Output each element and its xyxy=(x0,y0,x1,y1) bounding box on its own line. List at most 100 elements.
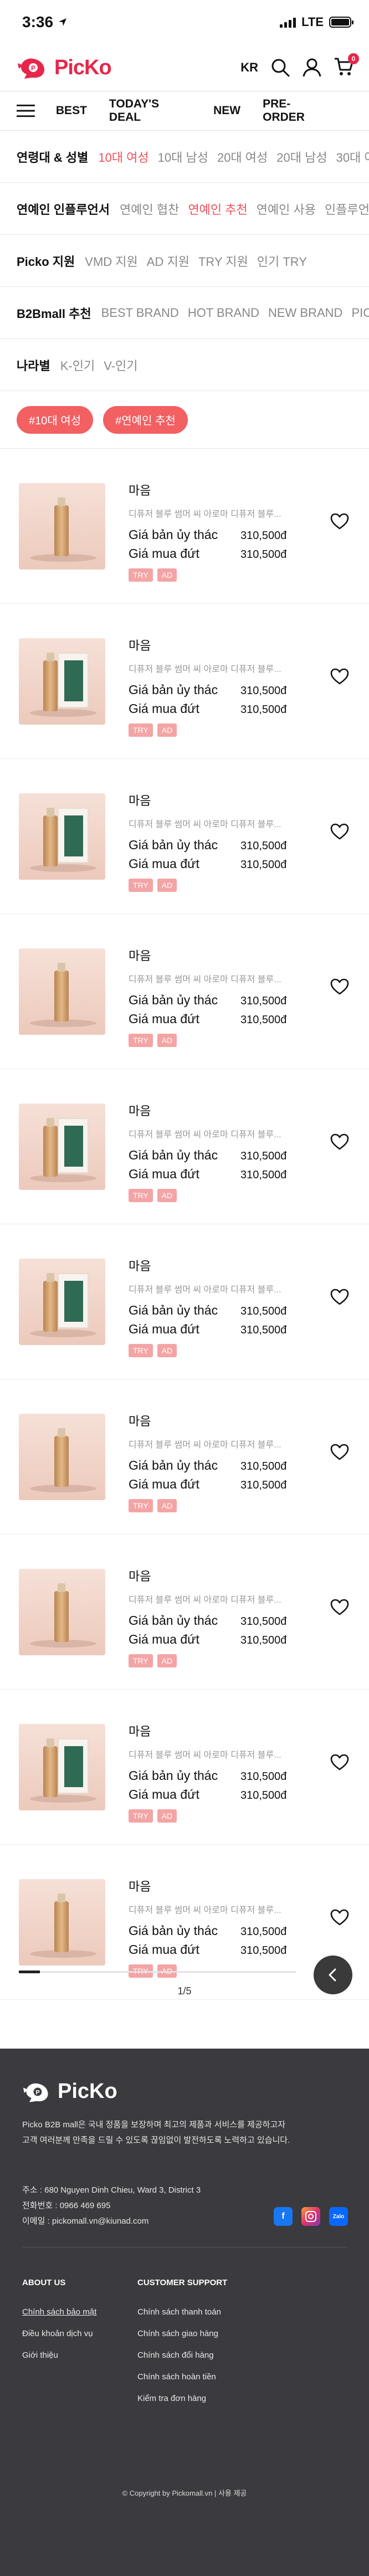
product-image[interactable] xyxy=(19,1259,105,1345)
product-name[interactable]: 마음 xyxy=(129,791,151,809)
footer-desc-line: Picko B2B mall은 국내 정품을 보장하며 최고의 제품과 서비스를… xyxy=(22,2120,286,2129)
footer-link[interactable]: Chính sách đổi hàng xyxy=(137,2351,227,2360)
zalo-icon[interactable]: Zalo xyxy=(329,2207,348,2226)
picko-mascot-icon: P xyxy=(18,58,44,79)
wishlist-heart-icon[interactable] xyxy=(330,978,349,995)
filter-option[interactable]: HOT BRAND xyxy=(188,306,259,320)
consign-price: 310,500đ xyxy=(240,1771,287,1783)
product-image[interactable] xyxy=(19,1104,105,1190)
filter-option[interactable]: PICKO PICK xyxy=(351,306,369,320)
selected-chips: #10대 여성 #연예인 추천 xyxy=(0,391,369,449)
wishlist-heart-icon[interactable] xyxy=(330,668,349,685)
wishlist-heart-icon[interactable] xyxy=(330,1599,349,1615)
product-card[interactable]: 마음 디퓨저 블루 썸머 씨 아로마 디퓨저 블루... Giá bản ủy th… xyxy=(0,1224,369,1379)
product-card[interactable]: 마음 디퓨저 블루 썸머 씨 아로마 디퓨저 블루... Giá bản ủy th… xyxy=(0,1069,369,1224)
footer-email: 이메일 : pickomall.vn@kiunad.com xyxy=(22,2216,149,2226)
cart-button[interactable]: 0 xyxy=(334,53,359,79)
nav-todays-deal[interactable]: TODAY'S DEAL xyxy=(109,98,191,124)
filter-option[interactable]: AD 지원 xyxy=(147,252,189,270)
product-name[interactable]: 마음 xyxy=(129,1877,151,1895)
product-card[interactable]: 마음 디퓨저 블루 썸머 씨 아로마 디퓨저 블루... Giá bản ủy th… xyxy=(0,604,369,759)
product-image[interactable] xyxy=(19,1414,105,1500)
product-image[interactable] xyxy=(19,1569,105,1655)
footer-logo[interactable]: P PicKo xyxy=(22,2080,117,2103)
filter-option[interactable]: 10대 남성 xyxy=(158,148,208,166)
consign-price-label: Giá bản ủy thác xyxy=(129,1923,218,1938)
product-card[interactable]: 마음 디퓨저 블루 썸머 씨 아로마 디퓨저 블루... Giá bản ủy th… xyxy=(0,1535,369,1690)
filter-label: Picko 지원 xyxy=(17,254,75,269)
product-card[interactable]: 마음 디퓨저 블루 썸머 씨 아로마 디퓨저 블루... Giá bản ủy th… xyxy=(0,759,369,914)
chip-filter[interactable]: #연예인 추천 xyxy=(103,406,188,434)
picko-logo[interactable]: P PicKo xyxy=(17,55,112,80)
filter-option[interactable]: 인플루언서 xyxy=(325,200,369,218)
chip-filter[interactable]: #10대 여성 xyxy=(17,406,94,434)
product-name[interactable]: 마음 xyxy=(129,1722,151,1739)
footer-link[interactable]: Chính sách hoàn tiền xyxy=(137,2372,227,2382)
filter-option[interactable]: TRY 지원 xyxy=(198,252,248,270)
product-image[interactable] xyxy=(19,1879,105,1966)
product-card[interactable]: 마음 디퓨저 블루 썸머 씨 아로마 디퓨저 블루... Giá bản ủy th… xyxy=(0,1379,369,1535)
footer-link[interactable]: Chính sách bảo mật xyxy=(22,2307,96,2317)
language-selector[interactable]: KR xyxy=(240,60,258,75)
filter-option[interactable]: 30대 여성 xyxy=(336,148,369,166)
product-card[interactable]: 마음 디퓨저 블루 썸머 씨 아로마 디퓨저 블루... Giá bản ủy th… xyxy=(0,449,369,604)
filter-option[interactable]: NEW BRAND xyxy=(268,306,342,320)
search-icon[interactable] xyxy=(270,58,290,78)
filter-option[interactable]: 20대 여성 xyxy=(217,148,268,166)
instagram-icon[interactable] xyxy=(301,2207,320,2226)
footer-link[interactable]: Chính sách thanh toán xyxy=(137,2307,227,2317)
buyout-price: 310,500đ xyxy=(240,859,287,871)
product-image[interactable] xyxy=(19,483,105,569)
product-tags: TRY AD xyxy=(129,1034,177,1047)
user-icon[interactable] xyxy=(303,58,321,78)
nav-pre-order[interactable]: PRE-ORDER xyxy=(263,98,330,124)
consign-price: 310,500đ xyxy=(240,1926,287,1938)
facebook-icon[interactable]: f xyxy=(274,2207,293,2226)
wishlist-heart-icon[interactable] xyxy=(330,1909,349,1926)
tag-badge: TRY xyxy=(129,1809,153,1823)
product-name[interactable]: 마음 xyxy=(129,481,151,499)
product-image[interactable] xyxy=(19,638,105,725)
pagination-thumb[interactable] xyxy=(19,1971,40,1973)
copyright: © Copyright by Pickomall.vn | 사용 제공 xyxy=(122,2489,247,2497)
nav-best[interactable]: BEST xyxy=(56,104,87,117)
product-card[interactable]: 마음 디퓨저 블루 썸머 씨 아로마 디퓨저 블루... Giá bản ủy th… xyxy=(0,914,369,1069)
filter-option[interactable]: VMD 지원 xyxy=(85,252,137,270)
product-image[interactable] xyxy=(19,793,105,880)
wishlist-heart-icon[interactable] xyxy=(330,513,349,530)
wishlist-heart-icon[interactable] xyxy=(330,1444,349,1460)
tag-badge: TRY xyxy=(129,723,153,737)
filter-option[interactable]: 인기 TRY xyxy=(257,252,307,270)
footer-link[interactable]: Chính sách giao hàng xyxy=(137,2329,227,2338)
hamburger-menu-icon[interactable] xyxy=(17,104,35,118)
product-name[interactable]: 마음 xyxy=(129,1412,151,1429)
filter-option[interactable]: 연예인 사용 xyxy=(257,200,316,218)
footer-link[interactable]: Điều khoản dịch vụ xyxy=(22,2329,96,2338)
back-button[interactable] xyxy=(314,1956,352,1994)
footer-link[interactable]: Giới thiệu xyxy=(22,2351,96,2360)
product-name[interactable]: 마음 xyxy=(129,1567,151,1584)
wishlist-heart-icon[interactable] xyxy=(330,1289,349,1305)
filter-option[interactable]: K-인기 xyxy=(60,356,95,374)
filter-option[interactable]: 20대 남성 xyxy=(276,148,327,166)
filter-option[interactable]: 연예인 협찬 xyxy=(120,200,179,218)
product-image[interactable] xyxy=(19,948,105,1035)
product-name[interactable]: 마음 xyxy=(129,1101,151,1119)
product-tags: TRY AD xyxy=(129,1344,177,1357)
product-name[interactable]: 마음 xyxy=(129,636,151,654)
consign-price-label: Giá bản ủy thác xyxy=(129,1458,218,1472)
product-name[interactable]: 마음 xyxy=(129,946,151,964)
signal-icon xyxy=(280,17,296,28)
filter-option[interactable]: BEST BRAND xyxy=(101,306,179,320)
nav-new[interactable]: NEW xyxy=(213,104,240,117)
wishlist-heart-icon[interactable] xyxy=(330,823,349,840)
wishlist-heart-icon[interactable] xyxy=(330,1133,349,1150)
wishlist-heart-icon[interactable] xyxy=(330,1754,349,1771)
filter-option[interactable]: 10대 여성 xyxy=(98,148,148,166)
product-name[interactable]: 마음 xyxy=(129,1256,151,1274)
product-image[interactable] xyxy=(19,1724,105,1810)
footer-link[interactable]: Kiểm tra đơn hàng xyxy=(137,2394,227,2403)
filter-option[interactable]: V-인기 xyxy=(104,356,137,374)
filter-option[interactable]: 연예인 추천 xyxy=(188,200,247,218)
product-card[interactable]: 마음 디퓨저 블루 썸머 씨 아로마 디퓨저 블루... Giá bản ủy th… xyxy=(0,1690,369,1845)
